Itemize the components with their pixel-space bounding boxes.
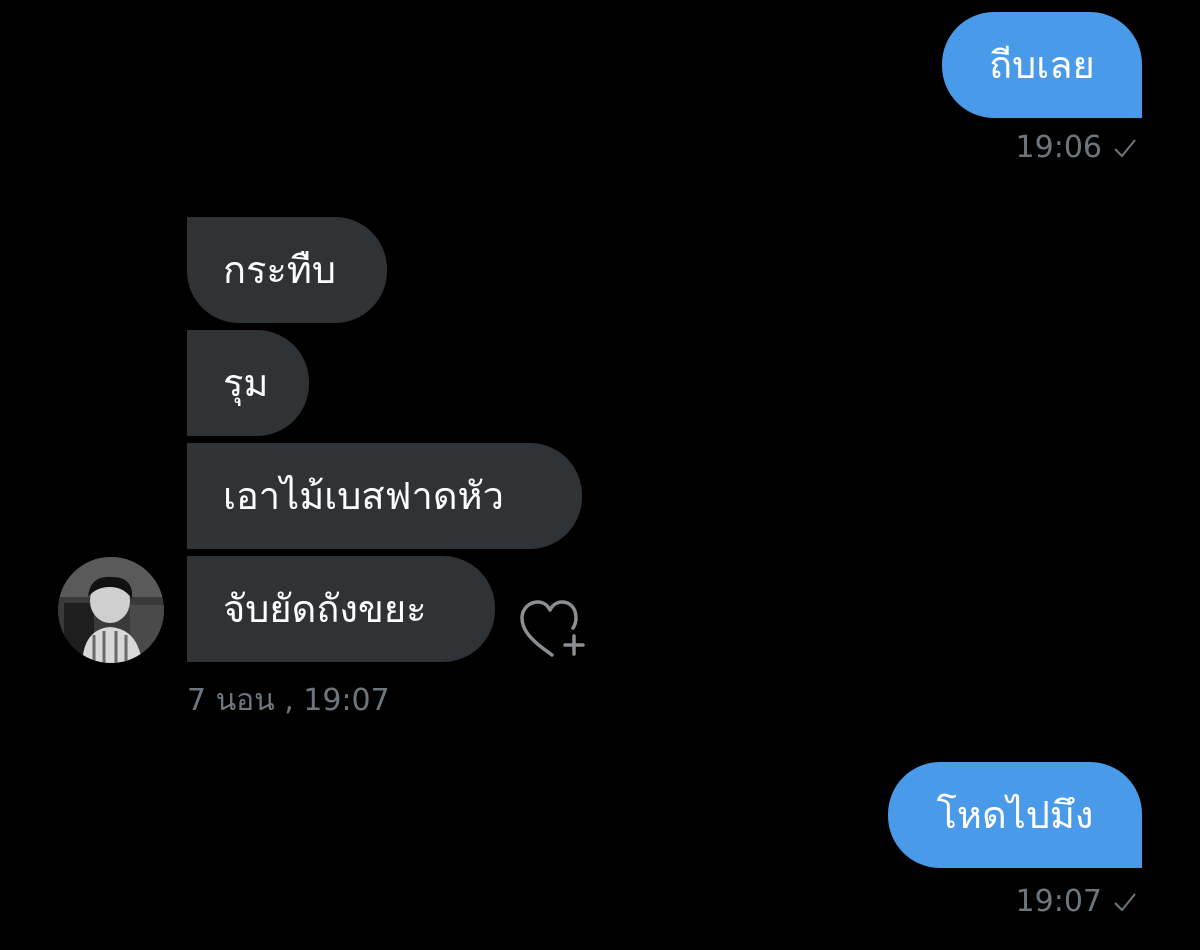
message-text: โหดไปมึง: [936, 793, 1094, 837]
avatar[interactable]: [58, 557, 164, 663]
outgoing-message-bubble[interactable]: ถีบเลย: [942, 12, 1142, 118]
incoming-message-bubble[interactable]: จับยัดถังขยะ: [187, 556, 495, 662]
avatar-photo: [58, 557, 164, 663]
message-meta: 19:07: [1016, 884, 1138, 919]
heart-plus-icon[interactable]: [518, 596, 590, 660]
message-meta: 19:06: [1016, 130, 1138, 165]
message-text: จับยัดถังขยะ: [223, 587, 427, 631]
message-time: 19:07: [1015, 884, 1102, 919]
outgoing-message-bubble[interactable]: โหดไปมึง: [888, 762, 1142, 868]
check-icon: [1114, 892, 1136, 911]
incoming-message-bubble[interactable]: รุม: [187, 330, 309, 436]
message-time: 19:06: [1015, 130, 1102, 165]
message-text: กระทืบ: [223, 248, 336, 292]
incoming-message-bubble[interactable]: เอาไม้เบสฟาดหัว: [187, 443, 582, 549]
incoming-message-bubble[interactable]: กระทืบ: [187, 217, 387, 323]
check-icon: [1114, 138, 1136, 157]
message-text: ถีบเลย: [989, 43, 1095, 87]
message-text: เอาไม้เบสฟาดหัว: [223, 474, 504, 518]
message-timestamp: 7 นอน , 19:07: [187, 683, 390, 718]
message-text: รุม: [223, 361, 269, 405]
